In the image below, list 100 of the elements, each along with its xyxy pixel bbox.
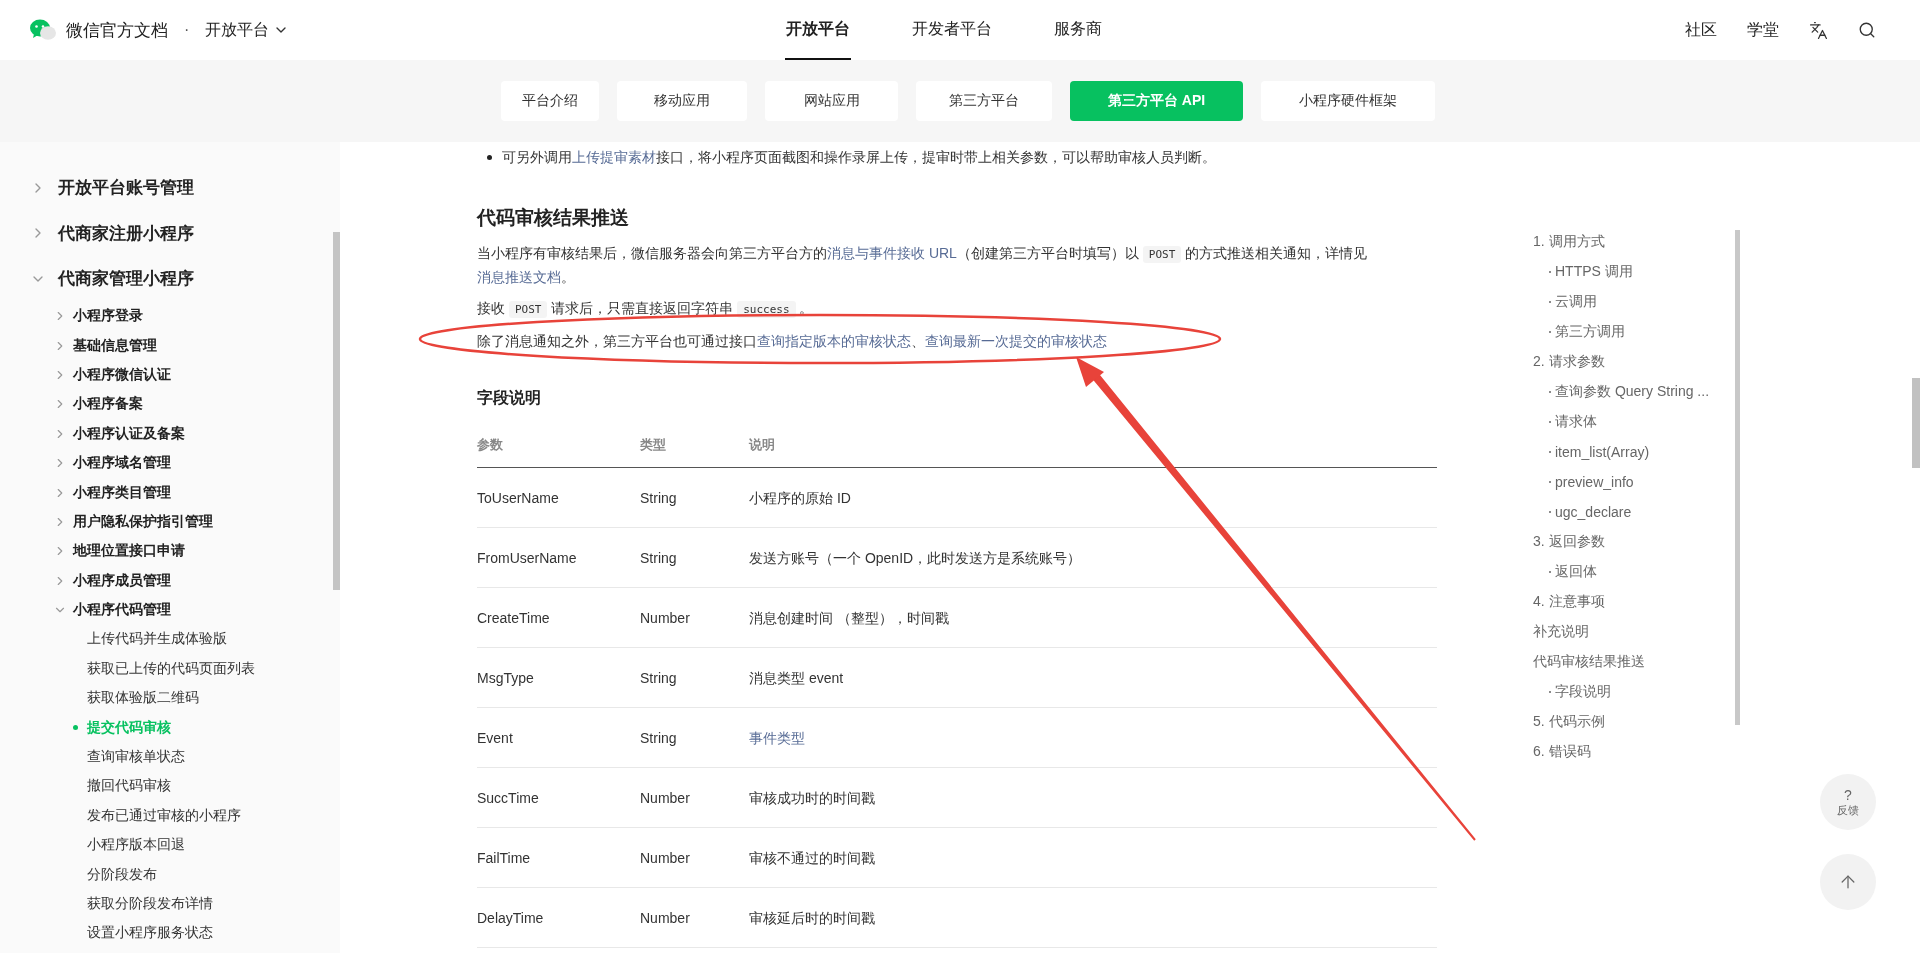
text-link[interactable]: 事件类型: [749, 729, 805, 746]
separator-dot: ·: [184, 21, 190, 39]
sidebar-group[interactable]: 代商家注册小程序: [0, 210, 330, 256]
table-cell-text: Number: [640, 608, 691, 628]
nav-link[interactable]: 社区: [1685, 19, 1717, 41]
column-header: 参数: [477, 436, 504, 454]
sidebar-item[interactable]: 小程序域名管理: [0, 448, 330, 478]
paragraph: 当小程序有审核结果后，微信服务器会向第三方平台方的消息与事件接收 URL（创建第三方平台时填写）以 POST 的方式推送相关通知，详情见 消息推送文档。: [477, 244, 1369, 287]
sidebar-item[interactable]: 分阶段发布: [0, 859, 330, 890]
category-tab[interactable]: 移动应用: [617, 81, 747, 121]
sidebar-item[interactable]: 小程序代码管理: [0, 595, 330, 625]
table-cell-text: Number: [640, 908, 691, 928]
table-cell-text: DelayTime: [477, 908, 545, 928]
sidebar-item[interactable]: 基础信息管理: [0, 330, 330, 361]
text-link[interactable]: 消息推送文档: [477, 269, 561, 285]
toc-item[interactable]: 6. 错误码: [1533, 737, 1733, 767]
toc-item[interactable]: 补充说明: [1533, 617, 1733, 647]
sidebar-item[interactable]: 小程序微信认证: [0, 360, 330, 390]
table-cell-text: ToUserName: [477, 488, 560, 508]
toc-item[interactable]: 请求体: [1533, 407, 1733, 437]
section-dropdown[interactable]: 开放平台: [205, 19, 290, 41]
scrollbar[interactable]: [1735, 230, 1740, 725]
sidebar-item[interactable]: 小程序登录: [0, 301, 330, 331]
text-link[interactable]: 上传提审素材: [572, 149, 656, 165]
toc-item[interactable]: 5. 代码示例: [1533, 707, 1733, 737]
toc-item[interactable]: 1. 调用方式: [1533, 227, 1733, 257]
category-tab[interactable]: 网站应用: [765, 81, 898, 121]
sidebar-item[interactable]: 获取已上传的代码页面列表: [0, 654, 330, 684]
toc-item[interactable]: 字段说明: [1533, 677, 1733, 707]
sidebar-group[interactable]: 代商家管理小程序: [0, 256, 330, 302]
sidebar-item[interactable]: 设置小程序服务状态: [0, 918, 330, 949]
toc-item[interactable]: preview_info: [1533, 467, 1733, 497]
table-cell-text: FailTime: [477, 848, 532, 868]
sidebar-item[interactable]: 查询审核单状态: [0, 742, 330, 772]
sidebar-item[interactable]: 小程序备案: [0, 389, 330, 420]
subsection-heading: 字段说明: [477, 388, 542, 408]
sidebar-item[interactable]: 小程序成员管理: [0, 566, 330, 596]
chat-bubbles-logo-icon: [30, 19, 56, 41]
table-cell-text: MsgType: [477, 668, 535, 688]
category-tab[interactable]: 平台介绍: [501, 81, 599, 121]
column-header: 说明: [749, 436, 776, 454]
table-cell-text: 消息类型 event: [749, 668, 845, 688]
text-link[interactable]: 查询指定版本的审核状态: [757, 333, 911, 349]
table-cell-text: String: [640, 668, 678, 688]
table-cell-text: 小程序的原始 ID: [749, 488, 852, 508]
table-cell-text: Number: [640, 788, 691, 808]
toc-item[interactable]: 4. 注意事项: [1533, 587, 1733, 617]
text-link[interactable]: 消息与事件接收 URL: [827, 245, 957, 261]
table-cell-text: 消息创建时间 （整型），时间戳: [749, 608, 950, 628]
search-icon[interactable]: [1858, 21, 1876, 39]
category-tab[interactable]: 第三方平台: [916, 81, 1052, 121]
toc-item[interactable]: 第三方调用: [1533, 317, 1733, 347]
nav-tab[interactable]: 服务商: [1053, 0, 1103, 60]
sidebar-item[interactable]: 用户隐私保护指引管理: [0, 507, 330, 537]
toc-item[interactable]: HTTPS 调用: [1533, 257, 1733, 287]
toc-item[interactable]: 2. 请求参数: [1533, 347, 1733, 377]
table-cell-text: Event: [477, 728, 514, 748]
toc-item[interactable]: 云调用: [1533, 287, 1733, 317]
sidebar-item[interactable]: 小程序类目管理: [0, 477, 330, 508]
table-cell-text: String: [640, 728, 678, 748]
table-cell-text: String: [640, 548, 678, 568]
paragraph: 除了消息通知之外，第三方平台也可通过接口查询指定版本的审核状态、查询最新一次提交的审核状态: [477, 332, 1108, 351]
nav-link[interactable]: 学堂: [1747, 19, 1779, 41]
toc-item[interactable]: 3. 返回参数: [1533, 527, 1733, 557]
sidebar-item[interactable]: 小程序认证及备案: [0, 419, 330, 449]
scrollbar[interactable]: [1912, 378, 1920, 468]
sidebar-item[interactable]: 小程序版本回退: [0, 830, 330, 860]
sidebar-item[interactable]: 撤回代码审核: [0, 771, 330, 802]
translate-icon[interactable]: [1809, 20, 1828, 40]
table-cell-text: Number: [640, 848, 691, 868]
table-cell-text: CreateTime: [477, 608, 551, 628]
nav-tab[interactable]: 开发者平台: [911, 0, 993, 60]
toc-item[interactable]: 代码审核结果推送: [1533, 647, 1733, 677]
bullet-text: 可另外调用上传提审素材接口，将小程序页面截图和操作录屏上传，提审时带上相关参数，可以帮助审核人员判断。: [502, 148, 1216, 167]
text-link[interactable]: 查询最新一次提交的审核状态: [925, 333, 1107, 349]
sidebar-item[interactable]: 获取体验版二维码: [0, 683, 330, 713]
table-cell-text: SuccTime: [477, 788, 540, 808]
feedback-button[interactable]: ? 反馈: [1820, 774, 1876, 830]
sidebar-item[interactable]: 发布已通过审核的小程序: [0, 801, 330, 831]
table-cell-text: String: [640, 488, 678, 508]
scrollbar[interactable]: [333, 232, 340, 590]
sidebar-item[interactable]: 获取分阶段发布详情: [0, 889, 330, 919]
table-cell-text: 审核不通过的时间戳: [749, 848, 876, 868]
back-to-top-button[interactable]: [1820, 854, 1876, 910]
column-header: 类型: [640, 436, 667, 454]
inline-code: POST: [508, 301, 548, 318]
section-heading: 代码审核结果推送: [477, 206, 630, 230]
table-cell-text: FromUserName: [477, 548, 578, 568]
toc-item[interactable]: item_list(Array): [1533, 437, 1733, 467]
sidebar-item[interactable]: 地理位置接口申请: [0, 536, 330, 566]
toc-item[interactable]: 查询参数 Query String ...: [1533, 377, 1733, 407]
table-cell-text: 审核成功时的时间戳: [749, 788, 876, 808]
active-dot-icon: [73, 725, 78, 731]
category-tab[interactable]: 小程序硬件框架: [1261, 81, 1435, 121]
table-cell-text: 审核延后时的时间戳: [749, 908, 876, 928]
toc-item[interactable]: 返回体: [1533, 557, 1733, 587]
sidebar-item[interactable]: 上传代码并生成体验版: [0, 624, 330, 655]
toc-item[interactable]: ugc_declare: [1533, 497, 1733, 527]
sidebar-group[interactable]: 开放平台账号管理: [0, 165, 330, 211]
site-title[interactable]: 微信官方文档: [66, 18, 168, 42]
